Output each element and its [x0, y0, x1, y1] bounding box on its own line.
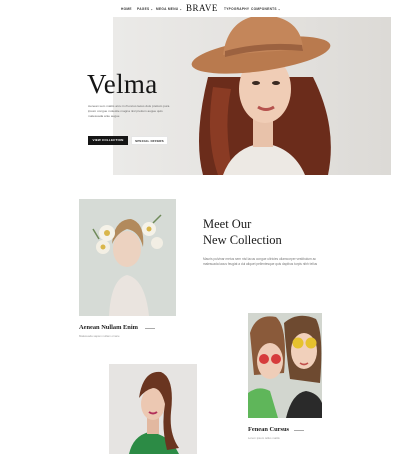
models-sunglasses-illustration — [248, 313, 322, 418]
nav-typography-label: TYPOGRAPHY — [224, 7, 250, 11]
chevron-down-icon: ⌄ — [179, 7, 183, 11]
chevron-down-icon: ⌄ — [277, 7, 281, 11]
top-navigation: HOME PAGES⌄ MEGA MENU⌄ BRAVE TYPOGRAPHY … — [0, 0, 400, 18]
collection-description: Mauris pulvinar metus sem nisl lacus con… — [203, 257, 318, 266]
card-subtitle: Malesuada sapien nullam ornare — [79, 334, 120, 338]
collection-image-sunglasses[interactable] — [248, 313, 322, 418]
card-title-divider — [145, 328, 155, 329]
card-title-divider — [294, 430, 304, 431]
brand-logo[interactable]: BRAVE — [186, 3, 218, 13]
card-title[interactable]: Aenean Nullam Enim — [79, 324, 138, 331]
special-offers-button[interactable]: SPECIAL OFFERS — [131, 136, 168, 145]
model-green-dress-illustration — [109, 364, 197, 454]
card-subtitle: Lorem ipsum tellus mattis — [248, 436, 280, 440]
model-flowers-illustration — [79, 199, 176, 316]
nav-mega-menu-label: MEGA MENU — [156, 7, 179, 11]
nav-pages-label: PAGES — [137, 7, 150, 11]
nav-components-label: COMPONENTS — [251, 7, 277, 11]
hero-description: Aenean sem mattis arcu in rhoncus lacus … — [88, 104, 170, 118]
collection-image-flowers[interactable] — [79, 199, 176, 316]
nav-components[interactable]: COMPONENTS⌄ — [251, 7, 281, 11]
nav-pages[interactable]: PAGES⌄ — [137, 7, 153, 11]
nav-typography[interactable]: TYPOGRAPHY — [224, 7, 249, 11]
nav-home[interactable]: HOME — [121, 7, 132, 11]
card-title[interactable]: Fenean Cursus — [248, 426, 289, 433]
nav-home-label: HOME — [121, 7, 132, 11]
hero-section: Velma Aenean sem mattis arcu in rhoncus … — [0, 17, 400, 175]
view-collection-button[interactable]: VIEW COLLECTION — [88, 136, 128, 145]
collection-heading-line2: New Collection — [203, 233, 282, 247]
hero-title: Velma — [87, 69, 158, 99]
chevron-down-icon: ⌄ — [150, 7, 154, 11]
collection-heading-line1: Meet Our — [203, 217, 252, 231]
collection-image-green-dress[interactable] — [109, 364, 197, 454]
nav-mega-menu[interactable]: MEGA MENU⌄ — [156, 7, 182, 11]
